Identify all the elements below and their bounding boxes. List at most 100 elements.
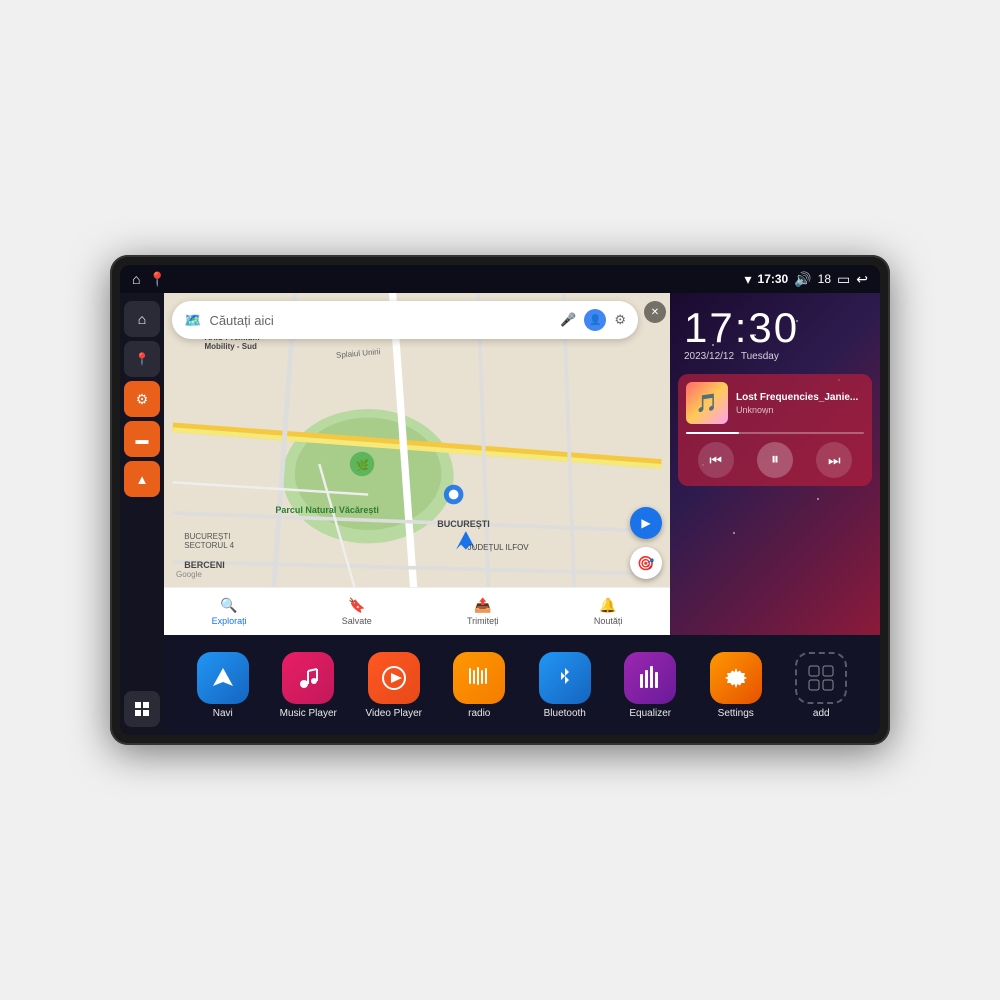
grid-icon xyxy=(134,701,150,717)
sidebar-item-maps[interactable]: 📍 xyxy=(124,341,160,377)
map-label-sect4: BUCUREȘTISECTORUL 4 xyxy=(184,532,234,550)
video-player-label: Video Player xyxy=(365,708,422,719)
radio-label: radio xyxy=(468,708,490,719)
map-label-parc: Parcul Natural Văcărești xyxy=(275,505,379,515)
news-label: Noutăți xyxy=(594,616,623,626)
music-title: Lost Frequencies_Janie... xyxy=(736,392,864,403)
map-search-placeholder[interactable]: Căutați aici xyxy=(209,313,552,328)
bluetooth-icon xyxy=(539,652,591,704)
app-item-video-player[interactable]: Video Player xyxy=(351,652,437,719)
app-item-equalizer[interactable]: Equalizer xyxy=(608,652,694,719)
back-icon[interactable]: ↩ xyxy=(856,271,868,288)
sidebar-item-home[interactable]: ⌂ xyxy=(124,301,160,337)
music-player-label: Music Player xyxy=(280,708,337,719)
music-widget[interactable]: 🎵 Lost Frequencies_Janie... Unknown xyxy=(678,374,872,486)
status-time: 17:30 xyxy=(758,272,789,286)
settings-sidebar-icon: ⚙ xyxy=(136,391,149,408)
share-icon: 📤 xyxy=(474,597,491,614)
google-maps-icon: 🗺️ xyxy=(184,312,201,329)
app-item-radio[interactable]: radio xyxy=(437,652,523,719)
sidebar: ⌂ 📍 ⚙ ▬ ▲ xyxy=(120,293,164,735)
maps-settings-icon[interactable]: ⚙ xyxy=(614,312,626,328)
music-player-icon xyxy=(282,652,334,704)
next-button[interactable]: ⏭ xyxy=(816,442,852,478)
status-left: ⌂ 📍 xyxy=(132,271,166,288)
mic-icon[interactable]: 🎤 xyxy=(560,312,576,328)
home-sidebar-icon: ⌂ xyxy=(138,311,146,327)
saved-label: Salvate xyxy=(342,616,372,626)
play-pause-button[interactable]: ⏸ xyxy=(757,442,793,478)
equalizer-label: Equalizer xyxy=(629,708,671,719)
map-label-google: Google xyxy=(176,570,202,579)
main-area: ⌂ 📍 ⚙ ▬ ▲ xyxy=(120,293,880,735)
app-item-bluetooth[interactable]: Bluetooth xyxy=(522,652,608,719)
map-nav-share[interactable]: 📤 Trimiteți xyxy=(467,597,499,626)
app-item-settings[interactable]: Settings xyxy=(693,652,779,719)
settings-app-icon xyxy=(710,652,762,704)
music-progress-bar[interactable] xyxy=(686,432,864,434)
maps-icon[interactable]: 📍 xyxy=(148,271,165,288)
device: ⌂ 📍 ▾ 17:30 🔊 18 ▭ ↩ ⌂ 📍 xyxy=(110,255,890,745)
sidebar-item-navigation[interactable]: ▲ xyxy=(124,461,160,497)
music-artist: Unknown xyxy=(736,405,864,415)
files-sidebar-icon: ▬ xyxy=(136,432,149,447)
app-item-navi[interactable]: Navi xyxy=(180,652,266,719)
clock-section: 17:30 2023/12/12 Tuesday xyxy=(670,293,880,370)
news-icon: 🔔 xyxy=(599,597,616,614)
app-grid: Navi Music Player xyxy=(164,635,880,735)
video-player-icon xyxy=(368,652,420,704)
add-icon xyxy=(795,652,847,704)
battery-level: 18 xyxy=(818,272,831,286)
clock-time: 17:30 xyxy=(684,307,866,349)
user-avatar[interactable]: 👤 xyxy=(584,309,606,331)
maps-sidebar-icon: 📍 xyxy=(135,352,150,366)
clock-day: Tuesday xyxy=(741,351,779,362)
saved-icon: 🔖 xyxy=(348,597,365,614)
battery-icon: ▭ xyxy=(837,271,850,288)
volume-icon[interactable]: 🔊 xyxy=(794,271,811,288)
equalizer-icon xyxy=(624,652,676,704)
music-controls: ⏮ ⏸ ⏭ xyxy=(686,442,864,478)
map-label-berceni: BERCENI xyxy=(184,560,225,570)
app-item-music-player[interactable]: Music Player xyxy=(266,652,352,719)
center-right-panel: 🌿 AXIS PremiumMobility - Sud Pizza & Bak… xyxy=(164,293,880,735)
navi-label: Navi xyxy=(213,708,233,719)
home-icon[interactable]: ⌂ xyxy=(132,271,140,287)
add-label: add xyxy=(813,708,830,719)
map-nav-explore[interactable]: 🔍 Explorați xyxy=(212,597,247,626)
map-label-ilfov: JUDEȚUL ILFOV xyxy=(468,543,529,552)
map-close-button[interactable]: ✕ xyxy=(644,301,666,323)
music-progress-fill xyxy=(686,432,739,434)
explore-label: Explorați xyxy=(212,616,247,626)
sidebar-item-files[interactable]: ▬ xyxy=(124,421,160,457)
navi-icon xyxy=(197,652,249,704)
settings-app-label: Settings xyxy=(718,708,754,719)
clock-date-value: 2023/12/12 xyxy=(684,351,734,362)
map-nav-news[interactable]: 🔔 Noutăți xyxy=(594,597,623,626)
locate-button[interactable]: 🎯 xyxy=(630,547,662,579)
map-surface: 🌿 AXIS PremiumMobility - Sud Pizza & Bak… xyxy=(164,293,670,635)
album-art: 🎵 xyxy=(686,382,728,424)
map-search-bar[interactable]: 🗺️ Căutați aici 🎤 👤 ⚙ xyxy=(172,301,638,339)
radio-icon xyxy=(453,652,505,704)
bluetooth-label: Bluetooth xyxy=(544,708,586,719)
music-details: Lost Frequencies_Janie... Unknown xyxy=(736,392,864,415)
app-item-add[interactable]: add xyxy=(779,652,865,719)
music-info: 🎵 Lost Frequencies_Janie... Unknown xyxy=(686,382,864,424)
status-right: ▾ 17:30 🔊 18 ▭ ↩ xyxy=(745,271,869,288)
map-container[interactable]: 🌿 AXIS PremiumMobility - Sud Pizza & Bak… xyxy=(164,293,670,635)
navigation-sidebar-icon: ▲ xyxy=(136,472,149,487)
status-bar: ⌂ 📍 ▾ 17:30 🔊 18 ▭ ↩ xyxy=(120,265,880,293)
sidebar-item-grid[interactable] xyxy=(124,691,160,727)
current-location-button[interactable]: ▶ xyxy=(630,507,662,539)
prev-button[interactable]: ⏮ xyxy=(698,442,734,478)
top-section: 🌿 AXIS PremiumMobility - Sud Pizza & Bak… xyxy=(164,293,880,635)
right-panel: 17:30 2023/12/12 Tuesday 🎵 xyxy=(670,293,880,635)
map-bottom-nav: 🔍 Explorați 🔖 Salvate 📤 Trimiteți xyxy=(164,587,670,635)
svg-text:🌿: 🌿 xyxy=(356,459,370,472)
map-label-buc: BUCUREȘTI xyxy=(437,519,490,529)
map-nav-saved[interactable]: 🔖 Salvate xyxy=(342,597,372,626)
clock-date: 2023/12/12 Tuesday xyxy=(684,351,866,362)
sidebar-item-settings[interactable]: ⚙ xyxy=(124,381,160,417)
share-label: Trimiteți xyxy=(467,616,499,626)
